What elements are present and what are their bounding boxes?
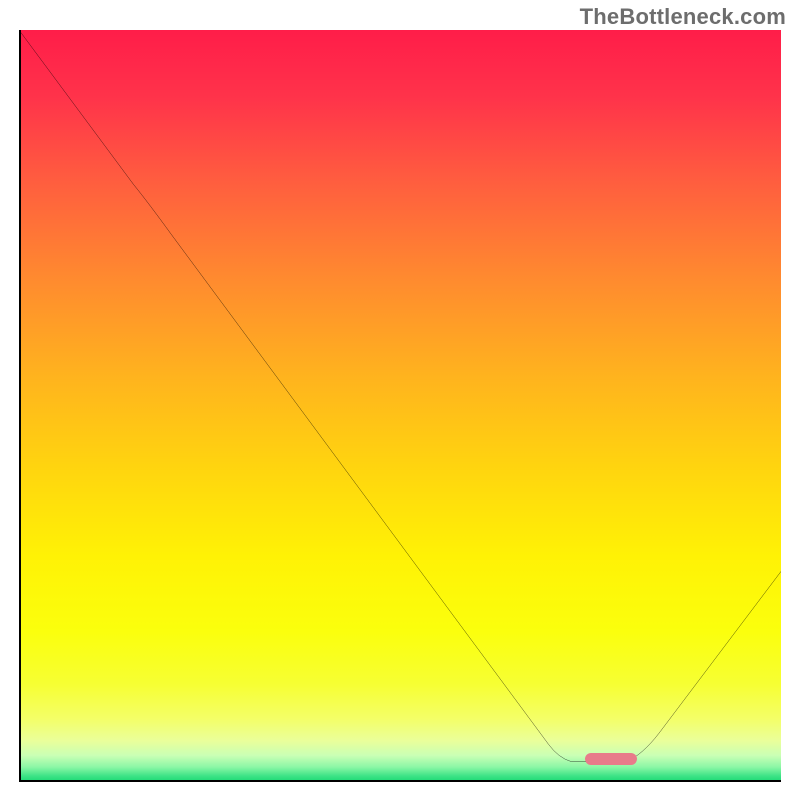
- optimal-range-marker: [585, 753, 637, 765]
- plot-area: [19, 30, 781, 782]
- watermark-text: TheBottleneck.com: [580, 4, 786, 30]
- chart-container: TheBottleneck.com: [0, 0, 800, 800]
- bottleneck-curve: [19, 30, 781, 782]
